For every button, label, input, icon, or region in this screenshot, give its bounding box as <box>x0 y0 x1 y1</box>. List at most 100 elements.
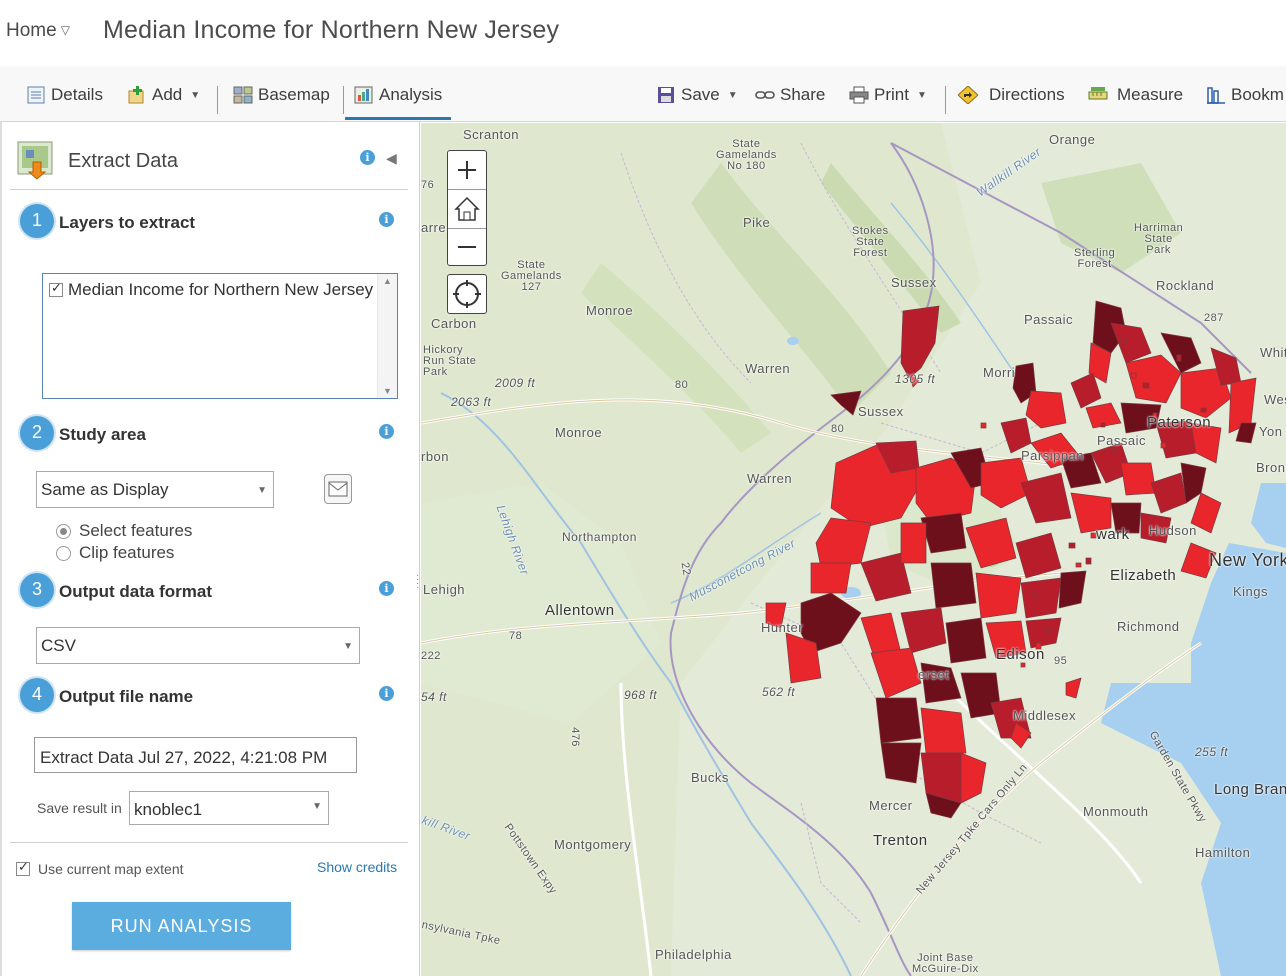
option-label: Clip features <box>79 543 175 562</box>
scroll-down-icon[interactable]: ▼ <box>383 386 392 396</box>
map-label: Pike <box>743 215 771 230</box>
map-label: Allentown <box>545 602 615 619</box>
layer-list-item[interactable]: ✓ Median Income for Northern New Jersey <box>49 280 373 300</box>
study-area-select[interactable]: Same as Display ▼ <box>36 471 274 508</box>
dropdown-arrow-icon: ▼ <box>257 485 267 496</box>
toolbar-divider <box>217 86 218 114</box>
map-label: Yon <box>1259 424 1283 439</box>
map-label: 1305 ft <box>895 372 936 386</box>
use-map-extent-option[interactable]: ✓ Use current map extent <box>16 859 184 877</box>
step-title: Output file name <box>59 687 194 706</box>
map-label: Warren <box>747 471 793 486</box>
directions-button[interactable]: Directions <box>958 83 1065 107</box>
map-label: Parsippan <box>1021 448 1085 463</box>
radio-button[interactable] <box>56 523 71 539</box>
home-menu-button[interactable]: Home ▽ <box>6 20 70 42</box>
map-label: 95 <box>1054 655 1068 667</box>
panel-header: Extract Data i ◀ <box>10 140 408 190</box>
checkmark-icon: ✓ <box>51 280 62 295</box>
scrollbar[interactable]: ▲ ▼ <box>377 274 397 398</box>
step-title: Output data format <box>59 582 212 601</box>
map-label: Hunter <box>761 620 804 635</box>
map-label: Bron <box>1256 460 1286 475</box>
share-label: Share <box>780 85 826 104</box>
run-analysis-button[interactable]: RUN ANALYSIS <box>72 902 291 950</box>
show-credits-link[interactable]: Show credits <box>317 859 397 875</box>
analysis-button[interactable]: Analysis <box>354 83 442 107</box>
map-label: 562 ft <box>762 685 796 699</box>
layer-list[interactable]: ✓ Median Income for Northern New Jersey … <box>42 273 398 399</box>
bookmarks-label: Bookm <box>1231 85 1284 104</box>
add-button[interactable]: Add ▼ <box>127 83 200 107</box>
step-title: Study area <box>59 425 146 444</box>
save-folder-select[interactable]: knoblec1 ▼ <box>129 791 329 825</box>
map-label: Northampton <box>562 530 637 544</box>
clip-features-option[interactable]: Clip features <box>56 543 174 563</box>
zoom-controls <box>447 150 487 266</box>
map-label: 22 <box>678 561 693 577</box>
envelope-icon <box>328 481 348 497</box>
measure-label: Measure <box>1117 85 1184 104</box>
dropdown-arrow-icon: ▼ <box>916 89 927 101</box>
map-label: 255 ft <box>1195 745 1229 759</box>
layer-checkbox[interactable]: ✓ <box>49 280 63 297</box>
step-title: Layers to extract <box>59 213 196 232</box>
map-label: Carbon <box>431 316 477 331</box>
map-label: New York <box>1209 550 1286 570</box>
details-button[interactable]: Details <box>26 83 103 107</box>
radio-button[interactable] <box>56 545 71 561</box>
select-features-option[interactable]: Select features <box>56 521 192 541</box>
dropdown-arrow-icon: ▼ <box>312 801 322 812</box>
plus-icon <box>458 161 476 179</box>
info-icon[interactable]: i <box>360 150 375 165</box>
output-file-name-input[interactable]: Extract Data Jul 27, 2022, 4:21:08 PM <box>34 737 357 773</box>
panel-resize-handle[interactable]: · · · · <box>416 571 419 593</box>
map-title: Median Income for Northern New Jersey <box>103 16 560 44</box>
locate-button[interactable] <box>447 274 487 314</box>
home-extent-button[interactable] <box>448 190 486 228</box>
share-icon <box>755 91 775 99</box>
map-label: Richmond <box>1117 619 1180 634</box>
map-label: 968 ft <box>624 688 658 702</box>
use-extent-checkbox[interactable]: ✓ <box>16 859 30 876</box>
print-button[interactable]: Print ▼ <box>849 83 927 107</box>
share-button[interactable]: Share <box>755 83 825 107</box>
study-area-value: Same as Display <box>41 480 169 499</box>
output-format-value: CSV <box>41 636 76 655</box>
dropdown-arrow-icon: ▼ <box>190 89 201 101</box>
save-button[interactable]: Save ▼ <box>656 83 738 107</box>
toolbar-divider <box>343 86 344 114</box>
collapse-panel-icon[interactable]: ◀ <box>386 150 397 167</box>
map-label: Rockland <box>1156 278 1215 293</box>
map-label: rbon <box>421 449 450 464</box>
minus-icon <box>458 246 476 248</box>
extract-data-icon <box>17 141 53 180</box>
bookmarks-button[interactable]: Bookm <box>1206 83 1284 107</box>
map-label: 76 <box>421 179 435 191</box>
info-icon[interactable]: i <box>379 424 394 439</box>
map-label: State Gamelands No 180 <box>716 138 777 172</box>
map-label: Hamilton <box>1195 845 1251 860</box>
map-view[interactable]: Scranton State Gamelands No 180 Pike Sto… <box>421 123 1286 976</box>
output-format-select[interactable]: CSV ▼ <box>36 627 360 664</box>
map-label: Trenton <box>873 832 928 849</box>
measure-button[interactable]: Measure <box>1088 83 1183 107</box>
details-label: Details <box>51 85 103 104</box>
option-label: Select features <box>79 521 193 540</box>
draw-area-button[interactable] <box>324 474 352 504</box>
info-icon[interactable]: i <box>379 212 394 227</box>
dropdown-arrow-icon: ▼ <box>343 641 353 652</box>
map-label: 476 <box>568 727 581 747</box>
basemap-button[interactable]: Basemap <box>233 83 330 107</box>
scroll-up-icon[interactable]: ▲ <box>383 276 392 286</box>
zoom-in-button[interactable] <box>448 151 486 189</box>
app-header: Home ▽ Median Income for Northern New Jer… <box>0 0 1286 66</box>
map-label: Passaic <box>1024 312 1074 327</box>
map-label: Lehigh <box>423 582 466 597</box>
zoom-out-button[interactable] <box>448 229 486 267</box>
info-icon[interactable]: i <box>379 581 394 596</box>
map-label: Wes <box>1264 392 1286 407</box>
info-icon[interactable]: i <box>379 686 394 701</box>
map-label: 80 <box>831 423 845 435</box>
map-label: Sussex <box>858 404 904 419</box>
